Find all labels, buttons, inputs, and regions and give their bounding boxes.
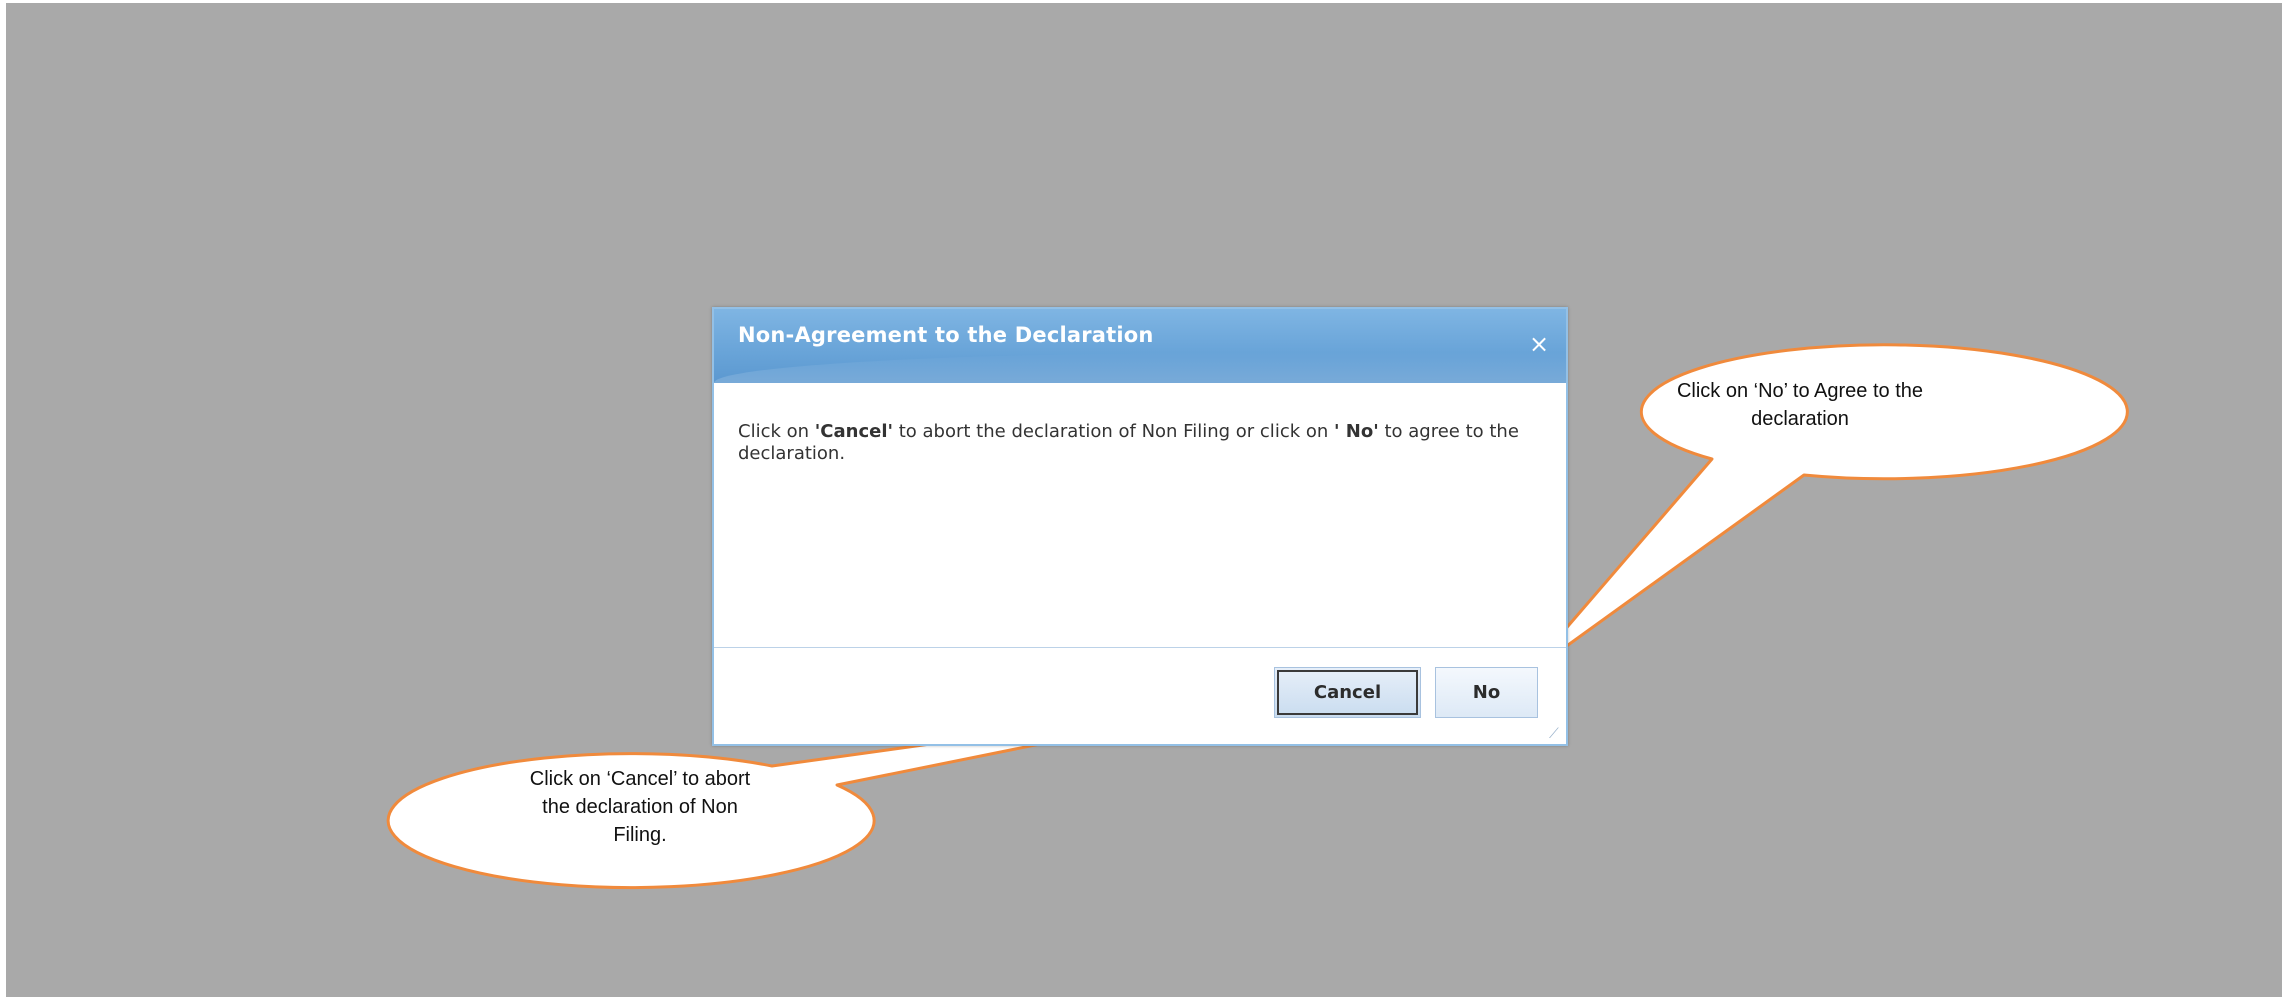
resize-grip-icon[interactable]: ⟋ [1549,727,1563,741]
message-no-word: ' No' [1334,421,1379,442]
callout-cancel-text: Click on ‘Cancel’ to abort the declarati… [529,768,751,846]
cancel-button[interactable]: Cancel [1274,667,1421,718]
footer-divider [714,647,1566,648]
message-text-2: to abort the declaration of Non Filing o… [893,421,1334,442]
no-button[interactable]: No [1435,667,1538,718]
non-agreement-dialog: Non-Agreement to the Declaration × Click… [712,307,1568,746]
dialog-title: Non-Agreement to the Declaration [738,323,1154,347]
message-cancel-word: 'Cancel' [814,421,894,442]
header-wave-decoration [714,353,1566,383]
dialog-message: Click on 'Cancel' to abort the declarati… [738,421,1542,465]
callout-no-text: Click on ‘No’ to Agree to the declaratio… [1676,380,1924,430]
dialog-header: Non-Agreement to the Declaration × [714,309,1566,383]
message-text-1: Click on [738,421,815,442]
close-icon[interactable]: × [1526,331,1552,357]
